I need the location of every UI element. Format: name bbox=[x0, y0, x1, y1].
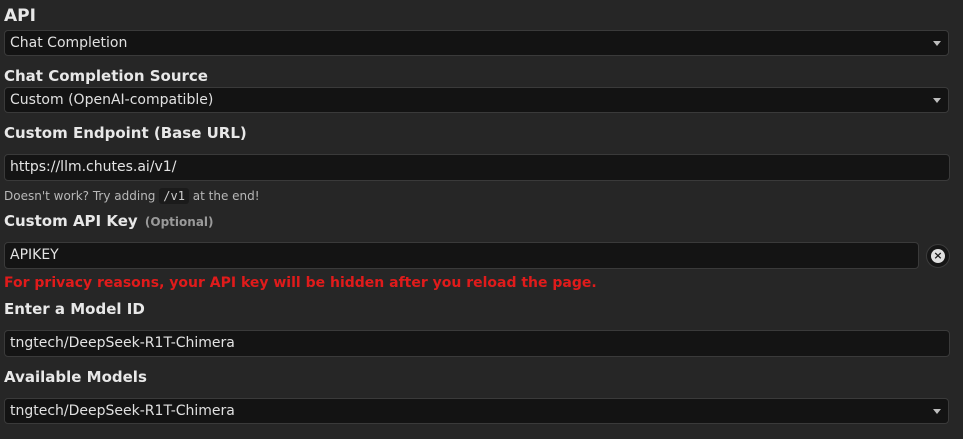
custom-endpoint-label: Custom Endpoint (Base URL) bbox=[4, 124, 247, 142]
endpoint-hint-prefix: Doesn't work? Try adding bbox=[4, 189, 156, 203]
api-select-value: Chat Completion bbox=[10, 35, 128, 51]
clear-api-key-button[interactable]: × bbox=[926, 244, 950, 268]
api-connection-panel: API Chat Completion Chat Completion Sour… bbox=[0, 0, 963, 439]
custom-api-key-label: Custom API Key (Optional) bbox=[4, 212, 214, 230]
api-select[interactable]: Chat Completion bbox=[4, 30, 949, 56]
custom-api-key-input[interactable]: APIKEY bbox=[4, 242, 919, 269]
available-models-select[interactable]: tngtech/DeepSeek-R1T-Chimera bbox=[4, 398, 949, 424]
chevron-down-icon bbox=[933, 41, 941, 46]
chevron-down-icon bbox=[933, 98, 941, 103]
endpoint-hint: Doesn't work? Try adding /v1 at the end! bbox=[4, 188, 260, 204]
custom-endpoint-input[interactable]: https://llm.chutes.ai/v1/ bbox=[4, 154, 950, 181]
model-id-label: Enter a Model ID bbox=[4, 300, 145, 318]
api-label: API bbox=[4, 6, 36, 26]
endpoint-hint-code: /v1 bbox=[159, 188, 189, 204]
close-circle-icon: × bbox=[931, 249, 945, 263]
custom-api-key-title: Custom API Key bbox=[4, 212, 138, 230]
source-select-value: Custom (OpenAI-compatible) bbox=[10, 92, 214, 108]
available-models-value: tngtech/DeepSeek-R1T-Chimera bbox=[10, 403, 235, 419]
custom-api-key-value: APIKEY bbox=[10, 247, 59, 263]
chevron-down-icon bbox=[933, 409, 941, 414]
chat-completion-source-select[interactable]: Custom (OpenAI-compatible) bbox=[4, 87, 949, 113]
api-key-privacy-warning: For privacy reasons, your API key will b… bbox=[4, 275, 597, 291]
available-models-label: Available Models bbox=[4, 368, 147, 386]
model-id-value: tngtech/DeepSeek-R1T-Chimera bbox=[10, 335, 235, 351]
custom-endpoint-value: https://llm.chutes.ai/v1/ bbox=[10, 159, 177, 175]
optional-tag: (Optional) bbox=[144, 215, 214, 229]
endpoint-hint-suffix: at the end! bbox=[192, 189, 260, 203]
chat-completion-source-label: Chat Completion Source bbox=[4, 67, 208, 85]
model-id-input[interactable]: tngtech/DeepSeek-R1T-Chimera bbox=[4, 330, 950, 357]
